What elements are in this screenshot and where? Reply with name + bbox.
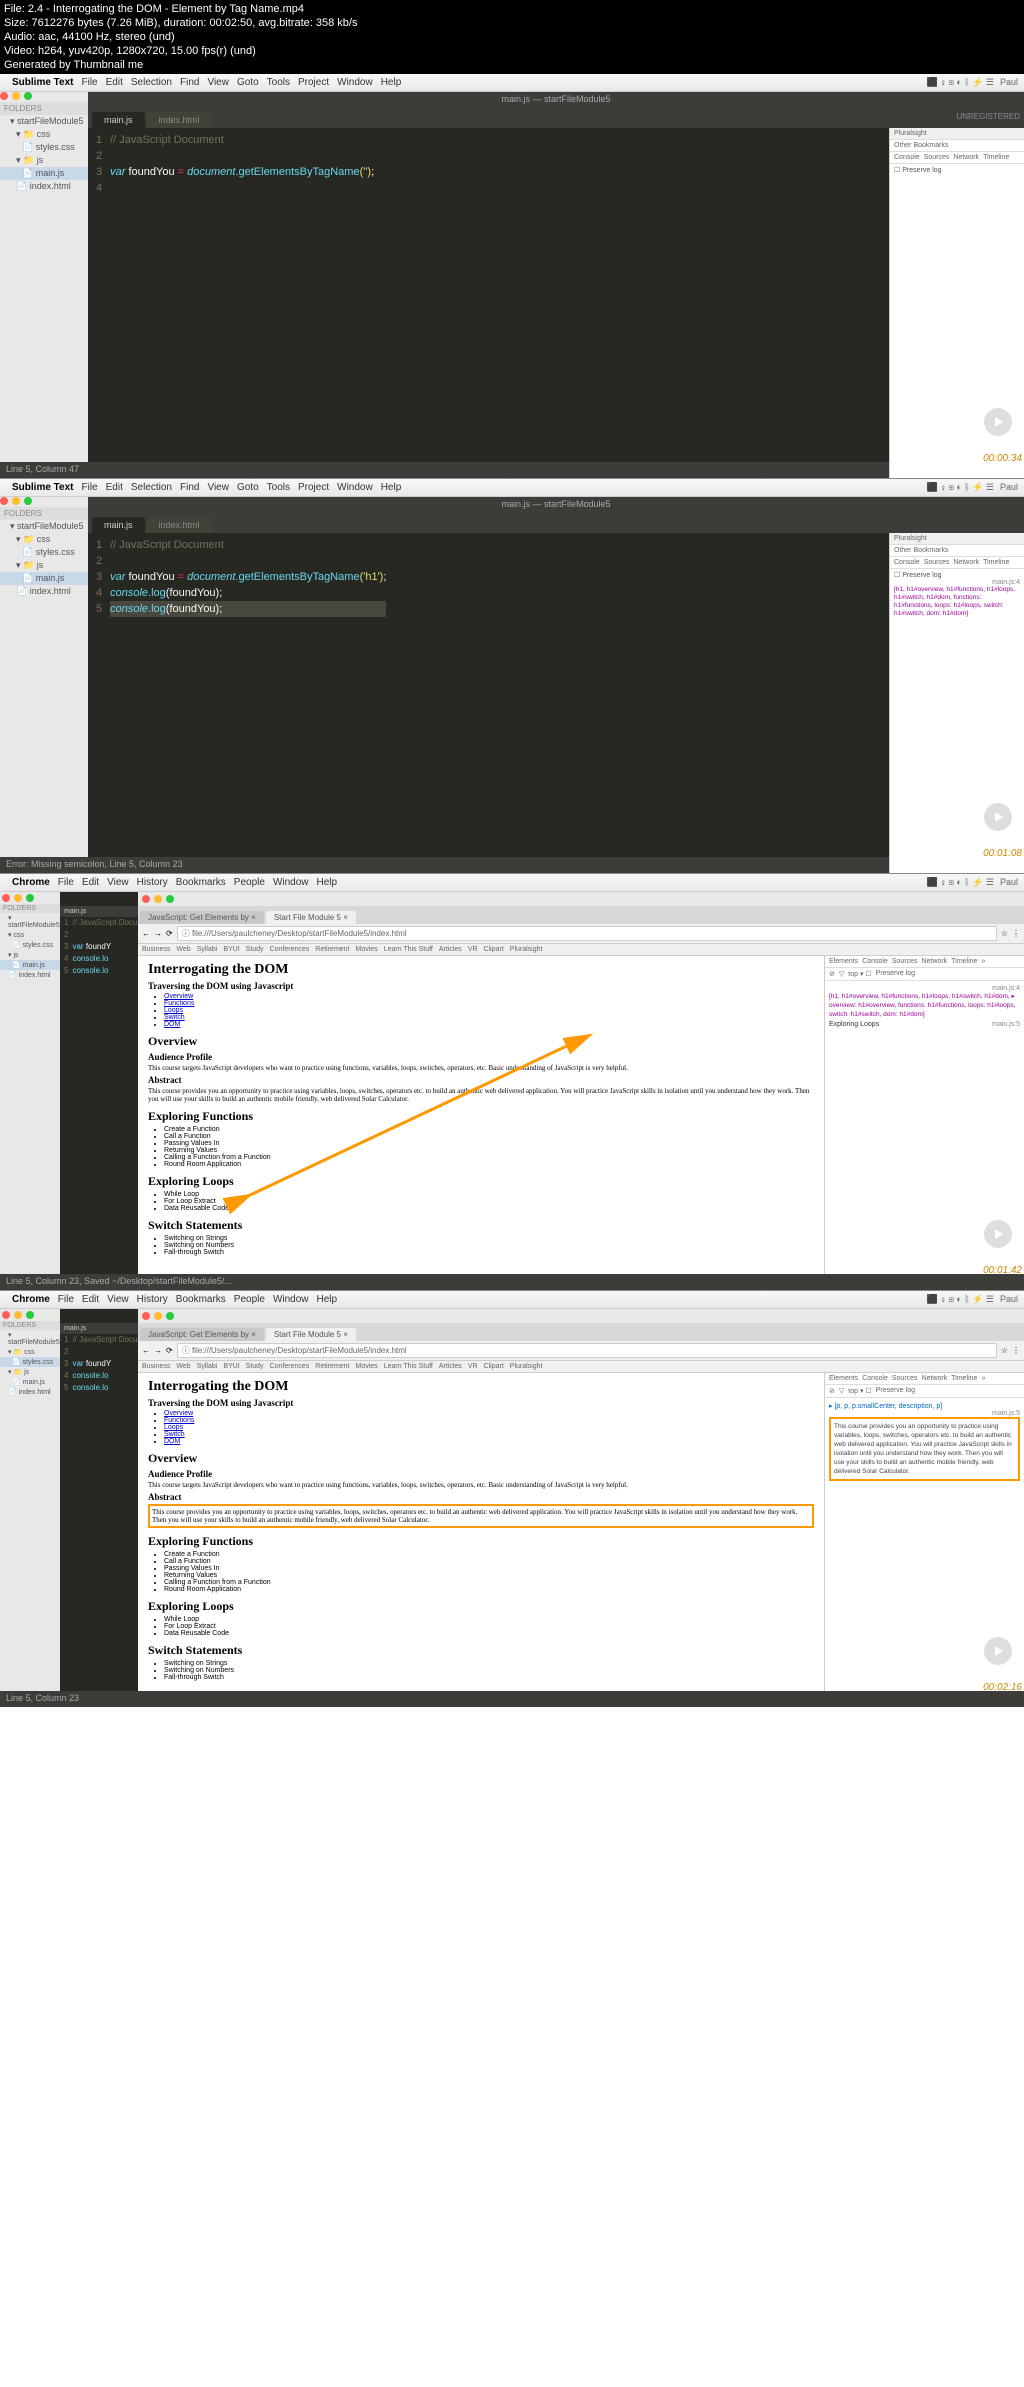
menu-goto[interactable]: Goto <box>237 77 259 88</box>
menu-tools[interactable]: Tools <box>267 77 290 88</box>
video-frame-4: Chrome File Edit View History Bookmarks … <box>0 1291 1024 1707</box>
filter-icon[interactable]: ▽ <box>839 970 844 978</box>
chrome-browser: JavaScript: Get Elements by × Start File… <box>138 1309 1024 1691</box>
sublime-peek: FOLDERS ▾ startFileModule5 ▾ css 📄 style… <box>0 892 138 1274</box>
maximize-window-icon[interactable] <box>24 92 32 100</box>
loops-heading: Exploring Loops <box>148 1174 814 1189</box>
play-button[interactable] <box>984 803 1012 831</box>
clear-icon[interactable]: ⊘ <box>829 970 835 978</box>
overview-heading: Overview <box>148 1034 814 1049</box>
play-button[interactable] <box>984 1220 1012 1248</box>
folders-label: FOLDERS <box>0 102 88 115</box>
info-line-4: Video: h264, yuv420p, 1280x720, 15.00 fp… <box>4 44 1020 58</box>
close-window-icon[interactable] <box>0 92 8 100</box>
menu-edit[interactable]: Edit <box>106 77 123 88</box>
menu-view[interactable]: View <box>207 77 229 88</box>
tab-mainjs[interactable]: main.js <box>92 112 145 128</box>
menu-project[interactable]: Project <box>298 77 329 88</box>
play-button[interactable] <box>984 408 1012 436</box>
nav-back-icon[interactable]: ← <box>142 929 150 938</box>
highlighted-abstract: This course provides you an opportunity … <box>148 1504 814 1528</box>
sidebar-folder-root[interactable]: ▾ startFileModule5 <box>0 115 88 128</box>
chrome-browser: JavaScript: Get Elements by × Start File… <box>138 892 1024 1274</box>
timestamp-2: 00:01:08 <box>983 848 1022 859</box>
sidebar-file-index[interactable]: 📄 index.html <box>0 180 88 193</box>
sidebar-folder-js[interactable]: ▾ 📁 js <box>0 154 88 167</box>
unregistered-label: UNREGISTERED <box>956 112 1020 121</box>
info-line-2: Size: 7612276 bytes (7.26 MiB), duration… <box>4 16 1020 30</box>
code-area[interactable]: 1234 // JavaScript Document var foundYou… <box>88 128 1024 462</box>
page-content: Interrogating the DOM Traversing the DOM… <box>138 1373 824 1691</box>
page-subtitle: Traversing the DOM using Javascript <box>148 981 814 991</box>
nav-forward-icon[interactable]: → <box>154 929 162 938</box>
info-line-5: Generated by Thumbnail me <box>4 58 1020 72</box>
bookmarks-bar: Business Web Syllabi BYUI Study Conferen… <box>138 944 1024 956</box>
switch-heading: Switch Statements <box>148 1218 814 1233</box>
info-line-3: Audio: aac, 44100 Hz, stereo (und) <box>4 30 1020 44</box>
menu-window[interactable]: Window <box>337 77 373 88</box>
status-left: Line 5, Column 23 <box>6 1693 79 1705</box>
star-icon[interactable]: ☆ <box>1001 929 1008 938</box>
video-frame-1: Sublime Text File Edit Selection Find Vi… <box>0 74 1024 478</box>
console-output: [h1, h1#overview, h1#functions, h1#loops… <box>829 992 1020 1019</box>
console-highlighted-text: This course provides you an opportunity … <box>829 1417 1020 1481</box>
functions-heading: Exploring Functions <box>148 1109 814 1124</box>
address-bar[interactable]: ⓘ file:///Users/paulcheney/Desktop/start… <box>177 926 997 941</box>
mac-menubar: Sublime Text File Edit Selection Find Vi… <box>0 74 1024 92</box>
user-name[interactable]: Paul <box>1000 77 1018 88</box>
timestamp-1: 00:00:34 <box>983 453 1022 464</box>
status-left: Line 5, Column 47 <box>6 464 79 476</box>
sidebar-file-styles[interactable]: 📄 styles.css <box>0 141 88 154</box>
devtools-elements-tab[interactable]: Elements <box>829 958 858 965</box>
page-content: Interrogating the DOM Traversing the DOM… <box>138 956 824 1274</box>
sublime-editor[interactable]: main.js — startFileModule5 main.js index… <box>88 497 1024 857</box>
status-bar: Line 5, Column 47 Tab Size: 4JavaScript <box>0 462 1024 478</box>
tab-index[interactable]: index.html <box>147 112 212 128</box>
sublime-editor[interactable]: main.js — startFileModule5 UNREGISTERED … <box>88 92 1024 462</box>
menu-file[interactable]: File <box>82 77 98 88</box>
page-h1: Interrogating the DOM <box>148 962 814 978</box>
console-source-ref[interactable]: main.js:4 <box>894 579 1020 586</box>
status-saved: Line 5, Column 23, Saved ~/Desktop/start… <box>6 1276 232 1288</box>
other-bookmarks[interactable]: Other Bookmarks <box>890 140 1024 152</box>
editor-tabs: main.js index.html <box>88 106 1024 128</box>
timestamp-3: 00:01:42 <box>983 1265 1022 1276</box>
sublime-peek: FOLDERS ▾ startFileModule5 ▾ 📁 css 📄 sty… <box>0 1309 138 1691</box>
info-line-1: File: 2.4 - Interrogating the DOM - Elem… <box>4 2 1020 16</box>
file-info-header: File: 2.4 - Interrogating the DOM - Elem… <box>0 0 1024 74</box>
menu-icon[interactable]: ⋮ <box>1012 929 1020 938</box>
nav-reload-icon[interactable]: ⟳ <box>166 929 173 938</box>
menu-help[interactable]: Help <box>381 77 402 88</box>
preserve-log[interactable]: ☐ Preserve log <box>894 167 942 174</box>
app-name[interactable]: Sublime Text <box>12 482 74 493</box>
devtools-tabs: Console Sources Network Timeline <box>890 152 1024 164</box>
console-output: [h1, h1#overview, h1#functions, h1#loops… <box>894 586 1020 618</box>
timestamp-4: 00:02:16 <box>983 1682 1022 1693</box>
sidebar-file-mainjs[interactable]: 📄 main.js <box>0 167 88 180</box>
app-name[interactable]: Sublime Text <box>12 77 74 88</box>
sidebar-folder-css[interactable]: ▾ 📁 css <box>0 128 88 141</box>
page-nav: Overview Functions Loops Switch DOM <box>164 993 814 1028</box>
menu-find[interactable]: Find <box>180 77 199 88</box>
mac-menubar: Sublime Text File Edit Selection Find Vi… <box>0 479 1024 497</box>
window-title: main.js — startFileModule5 <box>501 94 610 104</box>
sublime-sidebar: FOLDERS ▾ startFileModule5 ▾ 📁 css 📄 sty… <box>0 497 88 857</box>
menu-selection[interactable]: Selection <box>131 77 172 88</box>
video-frame-2: Sublime Text File Edit Selection Find Vi… <box>0 479 1024 873</box>
code-lines: // JavaScript Document var foundYou = do… <box>110 132 374 462</box>
status-error: Error: Missing semicolon, Line 5, Column… <box>6 859 183 871</box>
play-button[interactable] <box>984 1637 1012 1665</box>
line-numbers: 1234 <box>88 132 110 462</box>
sublime-sidebar: FOLDERS ▾ startFileModule5 ▾ 📁 css 📄 sty… <box>0 92 88 462</box>
console-array: ▸ [p, p, p.smallCenter, description, p] <box>829 1402 1020 1410</box>
chrome-tab-2[interactable]: Start File Module 5 × <box>266 911 356 924</box>
bookmark-pluralsight[interactable]: Pluralsight <box>894 130 927 137</box>
video-frame-3: Chrome File Edit View History Bookmarks … <box>0 874 1024 1290</box>
chrome-tab-1[interactable]: JavaScript: Get Elements by × <box>140 911 264 924</box>
minimize-window-icon[interactable] <box>12 92 20 100</box>
menubar-icons[interactable]: ⬛ ⇪ ⊞ ◐ ᛒ ⚡ ☰ <box>927 77 994 88</box>
